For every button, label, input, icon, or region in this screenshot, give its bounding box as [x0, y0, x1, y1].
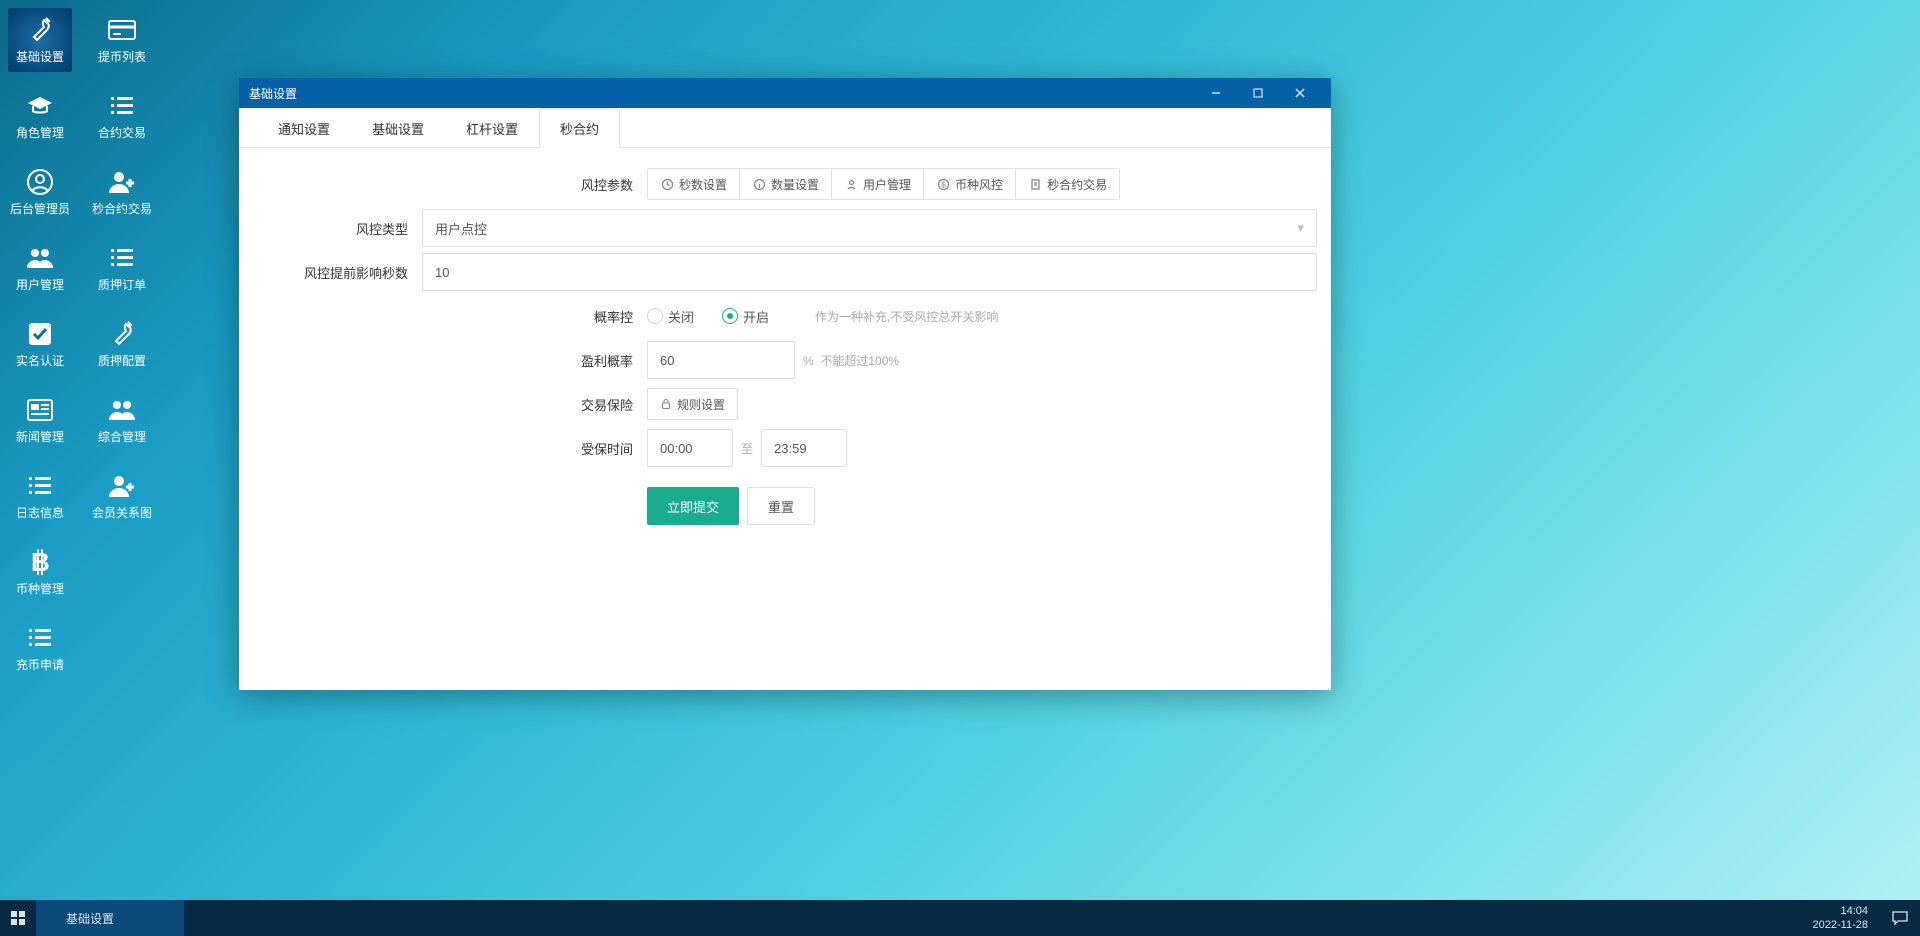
titlebar[interactable]: 基础设置 — [239, 78, 1331, 108]
desktop-icon-日志信息[interactable]: 日志信息 — [8, 464, 72, 528]
desktop-icon-提币列表[interactable]: 提币列表 — [90, 8, 154, 72]
form-area: 风控参数 秒数设置数量设置用户管理$币种风控秒合约交易 风控类型 用户点控 ▾ … — [239, 148, 1331, 690]
tab-基础设置[interactable]: 基础设置 — [351, 108, 445, 147]
desktop-icon-用户管理[interactable]: 用户管理 — [8, 236, 72, 300]
label-advance-sec: 风控提前影响秒数 — [239, 263, 422, 282]
chat-icon — [1891, 909, 1909, 927]
svg-text:B: B — [31, 547, 50, 577]
label-risk-type: 风控类型 — [239, 219, 422, 238]
desktop-icon-币种管理[interactable]: B币种管理 — [8, 540, 72, 604]
maximize-button[interactable] — [1237, 78, 1279, 108]
lock-icon — [660, 398, 672, 410]
news-icon — [25, 395, 55, 425]
desktop-icon-角色管理[interactable]: 角色管理 — [8, 84, 72, 148]
list-icon — [25, 623, 55, 653]
taskbar: 基础设置 14:04 2022-11-28 — [0, 900, 1920, 936]
user-circle-icon — [25, 167, 55, 197]
list-icon — [25, 471, 55, 501]
desktop-icon-充币申请[interactable]: 充币申请 — [8, 616, 72, 680]
label-trade-ins: 交易保险 — [239, 395, 647, 414]
start-button[interactable] — [0, 900, 36, 936]
clock-icon — [660, 177, 674, 191]
toolbar-用户管理[interactable]: 用户管理 — [831, 168, 924, 200]
users-icon — [107, 395, 137, 425]
desktop-icon-后台管理员[interactable]: 后台管理员 — [8, 160, 72, 224]
doc-icon — [1028, 177, 1042, 191]
user-plus-icon — [107, 471, 137, 501]
rule-settings-button[interactable]: 规则设置 — [647, 388, 738, 420]
desktop-icon-新闻管理[interactable]: 新闻管理 — [8, 388, 72, 452]
submit-button[interactable]: 立即提交 — [647, 487, 739, 525]
minimize-button[interactable] — [1195, 78, 1237, 108]
profit-unit: % 不能超过100% — [803, 352, 899, 369]
desktop-icon-实名认证[interactable]: 实名认证 — [8, 312, 72, 376]
desktop-icon-会员关系图[interactable]: 会员关系图 — [90, 464, 154, 528]
prob-hint: 作为一种补充,不受风控总开关影响 — [815, 308, 998, 325]
info-icon — [752, 177, 766, 191]
close-button[interactable] — [1279, 78, 1321, 108]
risk-type-value: 用户点控 — [435, 219, 487, 238]
list-icon — [107, 243, 137, 273]
tab-通知设置[interactable]: 通知设置 — [257, 108, 351, 147]
clock-time: 14:04 — [1840, 904, 1868, 918]
wrench-icon — [107, 319, 137, 349]
advance-sec-input[interactable] — [422, 253, 1317, 291]
time-from-input[interactable] — [647, 429, 733, 467]
notification-button[interactable] — [1880, 900, 1920, 936]
toolbar-数量设置[interactable]: 数量设置 — [739, 168, 832, 200]
label-profit-prob: 盈利概率 — [239, 351, 647, 370]
time-to-input[interactable] — [761, 429, 847, 467]
label-insured-time: 受保时间 — [239, 439, 647, 458]
check-box-icon — [25, 319, 55, 349]
label-prob-ctrl: 概率控 — [239, 307, 647, 326]
dollar-icon: $ — [936, 177, 950, 191]
user-plus-icon — [107, 167, 137, 197]
profit-prob-input[interactable] — [647, 341, 795, 379]
card-icon — [107, 15, 137, 45]
clock-date: 2022-11-28 — [1813, 918, 1868, 932]
person-icon — [844, 177, 858, 191]
reset-button[interactable]: 重置 — [747, 487, 815, 525]
radio-icon — [647, 308, 663, 324]
taskbar-item-settings[interactable]: 基础设置 — [36, 900, 184, 936]
desktop-icon-合约交易[interactable]: 合约交易 — [90, 84, 154, 148]
tab-秒合约[interactable]: 秒合约 — [539, 108, 620, 148]
toolbar-秒合约交易[interactable]: 秒合约交易 — [1015, 168, 1120, 200]
desktop-icon-综合管理[interactable]: 综合管理 — [90, 388, 154, 452]
label-risk-params: 风控参数 — [239, 175, 647, 194]
list-icon — [107, 91, 137, 121]
tabs: 通知设置基础设置杠杆设置秒合约 — [239, 108, 1331, 148]
tab-杠杆设置[interactable]: 杠杆设置 — [445, 108, 539, 147]
desktop-icons: 基础设置角色管理后台管理员用户管理实名认证新闻管理日志信息 B币种管理充币申请 提… — [8, 8, 154, 680]
users-icon — [25, 243, 55, 273]
time-separator: 至 — [741, 440, 753, 457]
svg-text:$: $ — [941, 180, 946, 189]
windows-icon — [11, 911, 25, 925]
settings-window: 基础设置 通知设置基础设置杠杆设置秒合约 风控参数 秒数设置数量设置用户管理$币… — [239, 78, 1331, 690]
prob-off-radio[interactable]: 关闭 — [647, 307, 694, 326]
btc-icon: B — [25, 547, 55, 577]
prob-on-radio[interactable]: 开启 — [722, 307, 769, 326]
clock[interactable]: 14:04 2022-11-28 — [1801, 900, 1880, 936]
chevron-down-icon: ▾ — [1297, 220, 1304, 236]
desktop-icon-质押订单[interactable]: 质押订单 — [90, 236, 154, 300]
toolbar-秒数设置[interactable]: 秒数设置 — [647, 168, 740, 200]
desktop-icon-秒合约交易[interactable]: 秒合约交易 — [90, 160, 154, 224]
radio-icon — [722, 308, 738, 324]
desktop-icon-基础设置[interactable]: 基础设置 — [8, 8, 72, 72]
toolbar-币种风控[interactable]: $币种风控 — [923, 168, 1016, 200]
window-title: 基础设置 — [249, 85, 1195, 102]
risk-type-select[interactable]: 用户点控 ▾ — [422, 209, 1317, 247]
desktop-icon-质押配置[interactable]: 质押配置 — [90, 312, 154, 376]
wrench-icon — [25, 15, 55, 45]
grad-icon — [25, 91, 55, 121]
